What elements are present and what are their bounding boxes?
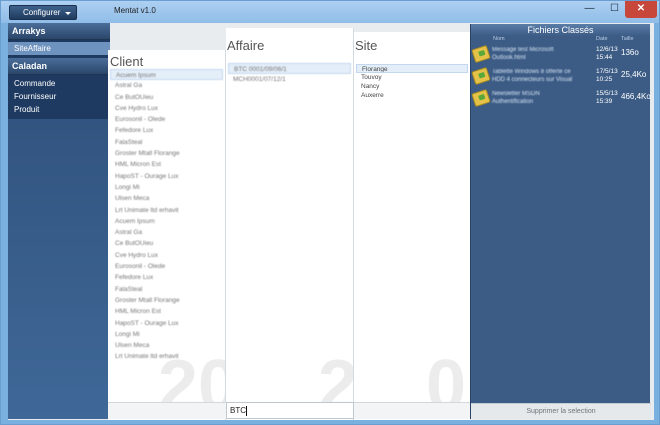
maximize-button[interactable]: ☐ [602, 1, 627, 18]
nav-items-arrakys: SiteAffaire [8, 40, 110, 58]
affaire-header: Affaire [227, 38, 265, 53]
nav-item-siteaffaire[interactable]: SiteAffaire [8, 42, 110, 55]
client-list-item[interactable]: Astral Ga [110, 80, 223, 91]
window-title: Mentat v1.0 [114, 6, 156, 15]
search-input-value: BTC [230, 406, 246, 415]
file-name-line1: Tablette Windows 8 offerte ce [492, 69, 571, 75]
chevron-down-icon [65, 12, 71, 15]
client-list-item[interactable]: HapoST - Ourage Lux [110, 318, 223, 329]
client-footer [108, 402, 226, 419]
file-date-time: 15:44 [596, 54, 613, 61]
client-list-item[interactable]: FalaSteal [110, 284, 223, 295]
file-date-time: 15:39 [596, 98, 613, 105]
client-list-item[interactable]: Lrt Unimate ltd erhavit [110, 205, 223, 216]
configurer-label: Configurer [23, 8, 61, 17]
col-nom[interactable]: Nom [493, 36, 505, 42]
client-list-item[interactable]: Acuem Ipsum [110, 69, 223, 81]
client-list-item[interactable]: Acuem Ipsum [110, 216, 223, 227]
site-list-item[interactable]: Nancy [356, 82, 468, 91]
client-list-item[interactable]: Ce ButOUieu [110, 92, 223, 103]
file-row[interactable]: Message test Microsoft Outlook.html 12/6/1… [471, 44, 650, 66]
left-navigation: Arrakys SiteAffaire Caladan Commande Fou… [8, 23, 110, 419]
client-list-item[interactable]: Ulsen Meca [110, 193, 223, 204]
client-list-item[interactable]: Groster Mtall Florange [110, 148, 223, 159]
nav-item-commande[interactable]: Commande [8, 77, 110, 90]
affaire-list-item[interactable]: MCH0001/07/12/1 [228, 74, 351, 85]
email-file-icon [471, 88, 491, 108]
client-list-item[interactable]: HapoST - Ourage Lux [110, 171, 223, 182]
affaire-list: BTC 0001/09/06/1 MCH0001/07/12/1 [228, 63, 351, 86]
site-panel: 0 Site Florange Touvoy Nancy Auxerre [354, 32, 470, 420]
client-list-item[interactable]: Ulsen Meca [110, 340, 223, 351]
client-list-item[interactable]: Eurosonil - Olede [110, 261, 223, 272]
fichiers-panel: Fichiers Classés Nom Date Taille Message… [470, 24, 651, 419]
file-date-day: 12/6/13 [596, 46, 618, 53]
file-name-line1: Newsletter MSDN [492, 91, 540, 97]
col-date[interactable]: Date [596, 36, 608, 42]
affaire-search-input[interactable]: BTC [226, 402, 354, 419]
delete-selection-button[interactable]: Supprimer la selection [471, 403, 651, 419]
file-size: 136o [621, 48, 639, 57]
file-size: 25,4Ko [621, 70, 647, 79]
client-list: Acuem Ipsum Astral Ga Ce ButOUieu Cve Hydro… [110, 69, 223, 363]
nav-group-arrakys[interactable]: Arrakys [8, 23, 110, 40]
file-name: Message test Microsoft Outlook.html [492, 46, 592, 62]
nav-group-caladan[interactable]: Caladan [8, 58, 110, 75]
file-name: Tablette Windows 8 offerte ce HDD 4 conne… [492, 68, 592, 84]
client-list-item[interactable]: Fefedore Lux [110, 272, 223, 283]
client-list-item[interactable]: Cve Hydro Lux [110, 103, 223, 114]
file-date: 12/6/13 15:44 [596, 46, 618, 62]
site-list-item[interactable]: Florange [356, 64, 468, 73]
affaire-panel: 2 Affaire BTC 0001/09/06/1MCH0001/07/12/… [226, 28, 354, 420]
client-list-item[interactable]: Longi Mi [110, 329, 223, 340]
col-taille[interactable]: Taille [621, 36, 634, 42]
client-list-item[interactable]: FalaSteal [110, 137, 223, 148]
client-list-item[interactable]: Ce ButOUieu [110, 238, 223, 249]
file-list: Message test Microsoft Outlook.html 12/6/1… [471, 44, 651, 110]
file-name-line2: HDD 4 connecteurs sur Visual [492, 77, 573, 83]
file-name-line2: Outlook.html [492, 55, 526, 61]
client-list-item[interactable]: Astral Ga [110, 227, 223, 238]
fichiers-column-headers: Nom Date Taille [471, 36, 650, 44]
file-date: 15/5/13 15:39 [596, 90, 618, 106]
file-name-line1: Message test Microsoft [492, 47, 554, 53]
client-list-item[interactable]: Longi Mi [110, 182, 223, 193]
client-list-item[interactable]: Groster Mtall Florange [110, 295, 223, 306]
file-date-day: 17/5/13 [596, 68, 618, 75]
client-list-item[interactable]: HML Micron Est [110, 306, 223, 317]
file-date: 17/5/13 10:25 [596, 68, 618, 84]
client-list-item[interactable]: Cve Hydro Lux [110, 250, 223, 261]
affaire-list-item[interactable]: BTC 0001/09/06/1 [228, 63, 351, 75]
close-button[interactable]: ✕ [625, 1, 657, 18]
site-list: Florange Touvoy Nancy Auxerre [356, 64, 468, 100]
configurer-button[interactable]: Configurer [9, 5, 77, 20]
minimize-button[interactable]: — [577, 1, 602, 18]
file-size: 466,4Ko [621, 92, 651, 101]
file-date-time: 10:25 [596, 76, 613, 83]
client-list-item[interactable]: Fefedore Lux [110, 125, 223, 136]
client-header: Client [110, 54, 144, 69]
nav-item-produit[interactable]: Produit [8, 103, 110, 116]
title-bar[interactable]: Configurer Mentat v1.0 — ☐ ✕ [1, 1, 659, 23]
file-name: Newsletter MSDN Authentification [492, 90, 592, 106]
fichiers-title: Fichiers Classés [471, 24, 650, 36]
nav-item-fournisseur[interactable]: Fournisseur [8, 90, 110, 103]
client-panel: 20 Client Acuem IpsumAstral GaCe ButOUie… [108, 50, 226, 420]
email-file-icon [471, 66, 491, 86]
client-list-item[interactable]: Eurosonil - Olede [110, 114, 223, 125]
client-list-item[interactable]: HML Micron Est [110, 159, 223, 170]
text-cursor [246, 405, 247, 416]
client-list-item[interactable]: Lrt Unimate ltd erhavit [110, 351, 223, 362]
file-row[interactable]: Newsletter MSDN Authentification 15/5/13 15… [471, 88, 651, 110]
email-file-icon [471, 44, 491, 64]
file-date-day: 15/5/13 [596, 90, 618, 97]
site-list-item[interactable]: Auxerre [356, 91, 468, 100]
file-row[interactable]: Tablette Windows 8 offerte ce HDD 4 conne… [471, 66, 650, 88]
nav-items-caladan: Commande Fournisseur Produit [8, 75, 110, 119]
site-list-item[interactable]: Touvoy [356, 73, 468, 82]
file-name-line2: Authentification [492, 99, 534, 105]
site-header: Site [355, 38, 378, 53]
site-footer [354, 402, 470, 419]
